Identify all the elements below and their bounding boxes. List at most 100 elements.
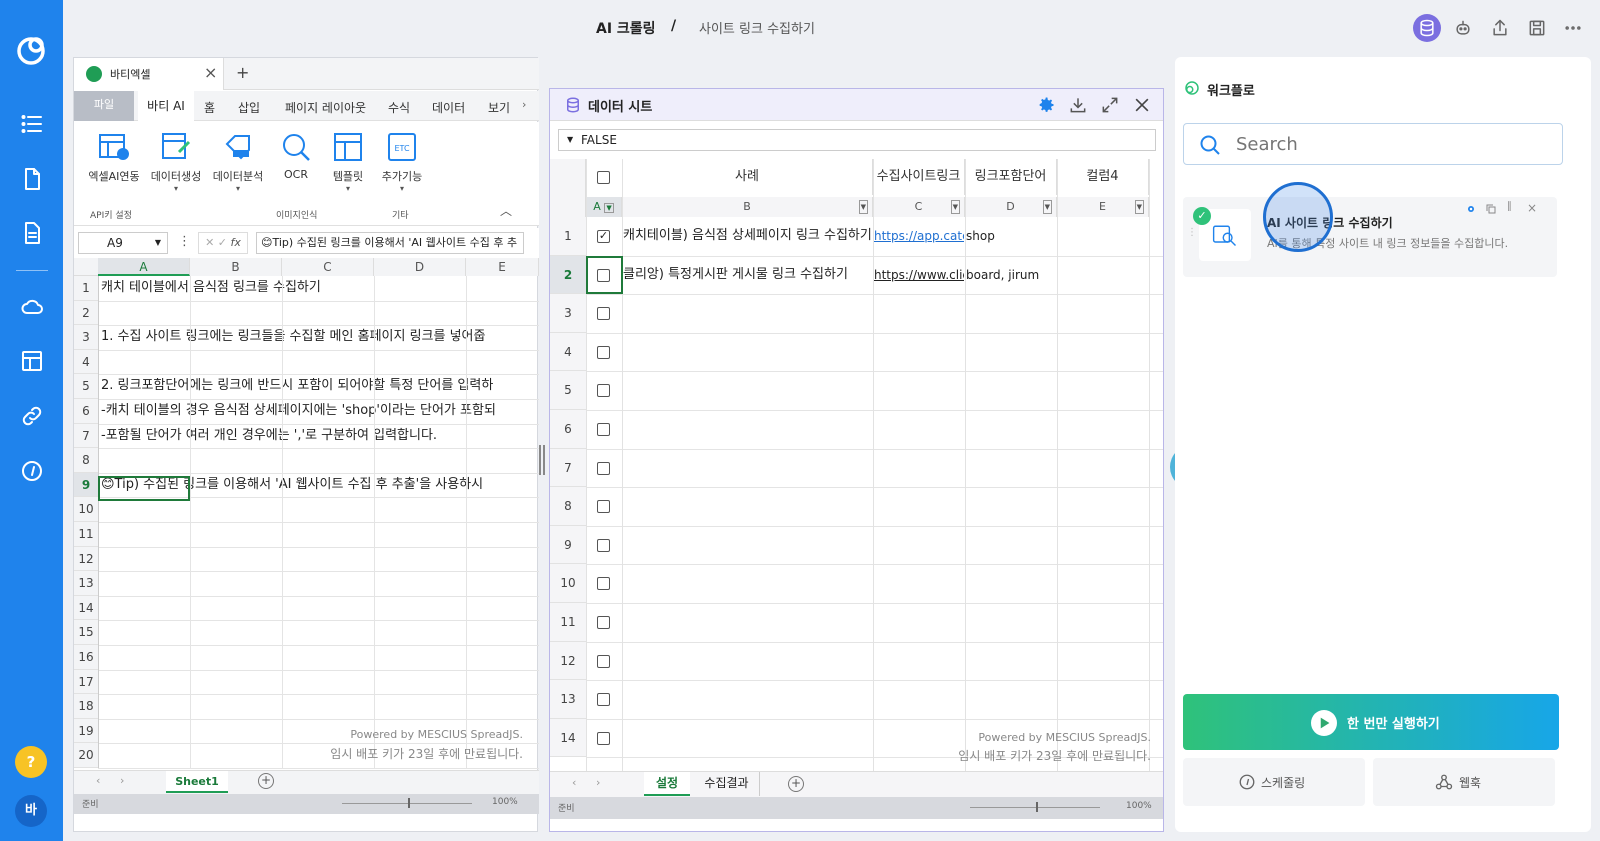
cell-a10[interactable]: [101, 497, 529, 522]
cell-case[interactable]: 캐치테이블) 음식점 상세페이지 링크 수집하기: [623, 217, 872, 256]
filter-dropdown-icon[interactable]: ▼: [567, 130, 573, 150]
excel-grid[interactable]: A B C D E 1 캐치 테이블에서 음식점 링크를 수집하기 2 3 1. 수집 …: [74, 258, 539, 770]
cell-a16[interactable]: [101, 645, 529, 670]
cell-a11[interactable]: [101, 522, 529, 547]
zoom-thumb[interactable]: [1036, 802, 1038, 812]
cell-site-link[interactable]: [874, 333, 964, 372]
row-checkbox[interactable]: [597, 384, 610, 398]
settings-icon[interactable]: [1036, 95, 1056, 115]
cell-link-word[interactable]: [966, 487, 1056, 526]
cell-site-link[interactable]: [874, 487, 964, 526]
cell-a14[interactable]: [101, 596, 529, 621]
selected-cell[interactable]: [98, 476, 190, 501]
add-sheet-icon[interactable]: +: [788, 776, 804, 792]
cell-a1[interactable]: 캐치 테이블에서 음식점 링크를 수집하기: [101, 276, 529, 301]
row-header[interactable]: 9: [74, 472, 98, 498]
cell-a15[interactable]: [101, 620, 529, 645]
cell-case[interactable]: 클리앙) 특정게시판 게시물 링크 수집하기: [623, 256, 872, 295]
cell-a3[interactable]: 1. 수집 사이트 링크에는 링크들을 수집할 메인 홈페이지 링크를 넣어줍: [101, 325, 529, 350]
robot-icon[interactable]: [1449, 14, 1477, 42]
cell-site-link[interactable]: [874, 371, 964, 410]
data-row-header[interactable]: 1: [550, 217, 586, 256]
formula-input[interactable]: 😊Tip) 수집된 링크를 이용해서 'AI 웹사이트 수집 후 추: [256, 232, 524, 254]
col-e[interactable]: E ▼: [1057, 197, 1149, 217]
row-header[interactable]: 11: [74, 522, 98, 547]
menu-home[interactable]: 홈: [204, 99, 215, 116]
menu-insert[interactable]: 삽입: [238, 99, 260, 116]
row-header[interactable]: 1: [74, 276, 98, 301]
col-c-filter-icon[interactable]: ▼: [950, 200, 960, 214]
row-checkbox[interactable]: [597, 693, 610, 707]
data-row-header[interactable]: 14: [550, 718, 586, 758]
row-header[interactable]: 3: [74, 325, 98, 350]
row-header[interactable]: 8: [74, 448, 98, 473]
cell-site-link[interactable]: [874, 526, 964, 565]
row-header[interactable]: 17: [74, 669, 98, 695]
cell-case[interactable]: [623, 526, 872, 565]
cell-a13[interactable]: [101, 571, 529, 596]
cell-link-word[interactable]: [966, 410, 1056, 449]
workflow-search[interactable]: [1183, 123, 1563, 165]
row-header[interactable]: 20: [74, 743, 98, 768]
col-b[interactable]: B ▼: [622, 197, 873, 217]
cell-a18[interactable]: [101, 694, 529, 719]
cell-case[interactable]: [623, 603, 872, 642]
menu-page-layout[interactable]: 페이지 레이아웃: [285, 99, 366, 116]
header-checkbox[interactable]: [597, 171, 610, 184]
cell-case[interactable]: [623, 333, 872, 372]
schedule-button[interactable]: 스케줄링: [1183, 758, 1365, 806]
cell-a2[interactable]: [101, 301, 529, 326]
cell-site-link[interactable]: [874, 719, 964, 758]
cell-link-word[interactable]: [966, 526, 1056, 565]
row-header[interactable]: 2: [74, 300, 98, 326]
database-icon[interactable]: [1413, 14, 1441, 42]
row-checkbox[interactable]: [597, 538, 610, 552]
col-header-d[interactable]: D: [374, 258, 466, 276]
cell-site-link[interactable]: [874, 680, 964, 719]
col-b-filter-icon[interactable]: ▼: [858, 200, 868, 214]
name-box[interactable]: A9 ▼: [78, 232, 168, 254]
col-header-e[interactable]: E: [466, 258, 539, 276]
zoom-slider[interactable]: [342, 803, 472, 804]
row-header[interactable]: 18: [74, 694, 98, 719]
cell-a4[interactable]: [101, 350, 529, 375]
cell-link-word[interactable]: [966, 603, 1056, 642]
document-icon[interactable]: [17, 218, 47, 248]
data-row-header[interactable]: 9: [550, 525, 586, 565]
data-row-header[interactable]: 4: [550, 332, 586, 372]
template-button[interactable]: 템플릿 ▾: [326, 130, 370, 193]
data-row-header[interactable]: 5: [550, 371, 586, 410]
row-header[interactable]: 6: [74, 399, 98, 424]
row-checkbox[interactable]: [597, 423, 610, 436]
cell-a7[interactable]: -포함될 단어가 여러 개인 경우에는 ','로 구분하여 입력합니다.: [101, 424, 529, 449]
data-analysis-button[interactable]: 데이터분석 ▾: [210, 130, 266, 193]
cell-case[interactable]: [623, 294, 872, 333]
zoom-thumb[interactable]: [408, 798, 410, 808]
col-e-filter-icon[interactable]: ▼: [1134, 200, 1144, 214]
row-header[interactable]: 14: [74, 595, 98, 621]
cell-site-link[interactable]: https://www.clien.net: [874, 256, 964, 295]
app-logo[interactable]: [14, 31, 50, 67]
run-once-button[interactable]: 한 번만 실행하기: [1183, 694, 1559, 750]
cell-link-word[interactable]: [966, 371, 1056, 410]
filter-bar[interactable]: ▼ FALSE: [558, 129, 1156, 151]
cell-case[interactable]: [623, 564, 872, 603]
search-input[interactable]: [1236, 132, 1546, 156]
col-header-b[interactable]: B: [190, 258, 282, 276]
card-drag-handle[interactable]: ⋮: [1187, 227, 1197, 238]
col-a-filter-icon[interactable]: ▼: [604, 203, 614, 213]
cell-site-link[interactable]: [874, 564, 964, 603]
cell-link-word[interactable]: [966, 564, 1056, 603]
panel-resize-handle[interactable]: [539, 445, 545, 475]
col-d[interactable]: D ▼: [965, 197, 1057, 217]
data-row-header[interactable]: 7: [550, 448, 586, 488]
row-header[interactable]: 13: [74, 571, 98, 596]
cell-case[interactable]: [623, 449, 872, 488]
tab-results[interactable]: 수집결과: [694, 772, 760, 796]
workflow-card[interactable]: ⋮ ✓ AI 사이트 링크 수집하기 AI를 통해 특정 사이트 내 링크 정보…: [1183, 197, 1557, 277]
list-icon[interactable]: [17, 109, 47, 139]
row-checkbox[interactable]: [597, 731, 610, 745]
close-tab-icon[interactable]: ×: [204, 63, 217, 82]
data-gen-button[interactable]: 데이터생성 ▾: [148, 130, 204, 193]
add-tab-icon[interactable]: +: [236, 63, 249, 82]
